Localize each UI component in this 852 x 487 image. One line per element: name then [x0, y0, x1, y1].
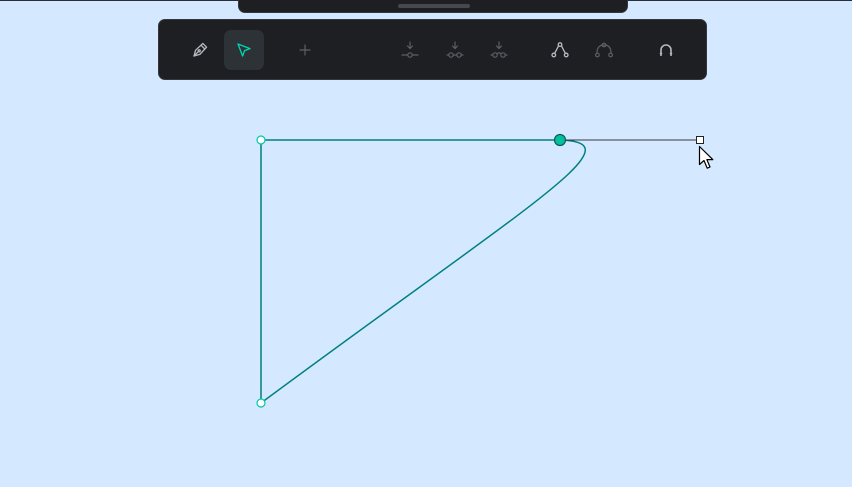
bezier-handle-point[interactable] — [696, 136, 704, 144]
path-shape[interactable] — [260, 139, 587, 404]
delete-curve-node-button[interactable] — [584, 30, 624, 70]
pen-icon — [193, 42, 208, 57]
mouse-cursor-icon — [698, 145, 714, 169]
magnet-icon — [659, 44, 673, 56]
path-toolbar — [158, 19, 707, 80]
make-node-corner-button[interactable] — [390, 30, 430, 70]
curve-node-icon — [551, 42, 569, 58]
curve-node-remove-icon — [595, 42, 614, 58]
pen-tool-button[interactable] — [180, 30, 220, 70]
path-node-top-left[interactable] — [256, 135, 266, 145]
node-smooth-icon — [446, 41, 464, 58]
path-node-bottom-left[interactable] — [256, 398, 266, 408]
add-node-button[interactable] — [285, 30, 325, 70]
top-panel — [238, 0, 628, 13]
make-node-symmetric-button[interactable] — [479, 30, 519, 70]
make-node-smooth-button[interactable] — [435, 30, 475, 70]
plus-icon — [299, 44, 311, 56]
curve-node-button[interactable] — [540, 30, 580, 70]
path-select-tool-button[interactable] — [224, 30, 264, 70]
path-node-selected[interactable] — [553, 133, 567, 147]
node-corner-icon — [401, 41, 419, 58]
snap-toggle-button[interactable] — [646, 30, 686, 70]
select-arrow-icon — [237, 43, 251, 57]
node-symmetric-icon — [490, 41, 508, 58]
panel-grip-handle[interactable] — [398, 4, 470, 8]
